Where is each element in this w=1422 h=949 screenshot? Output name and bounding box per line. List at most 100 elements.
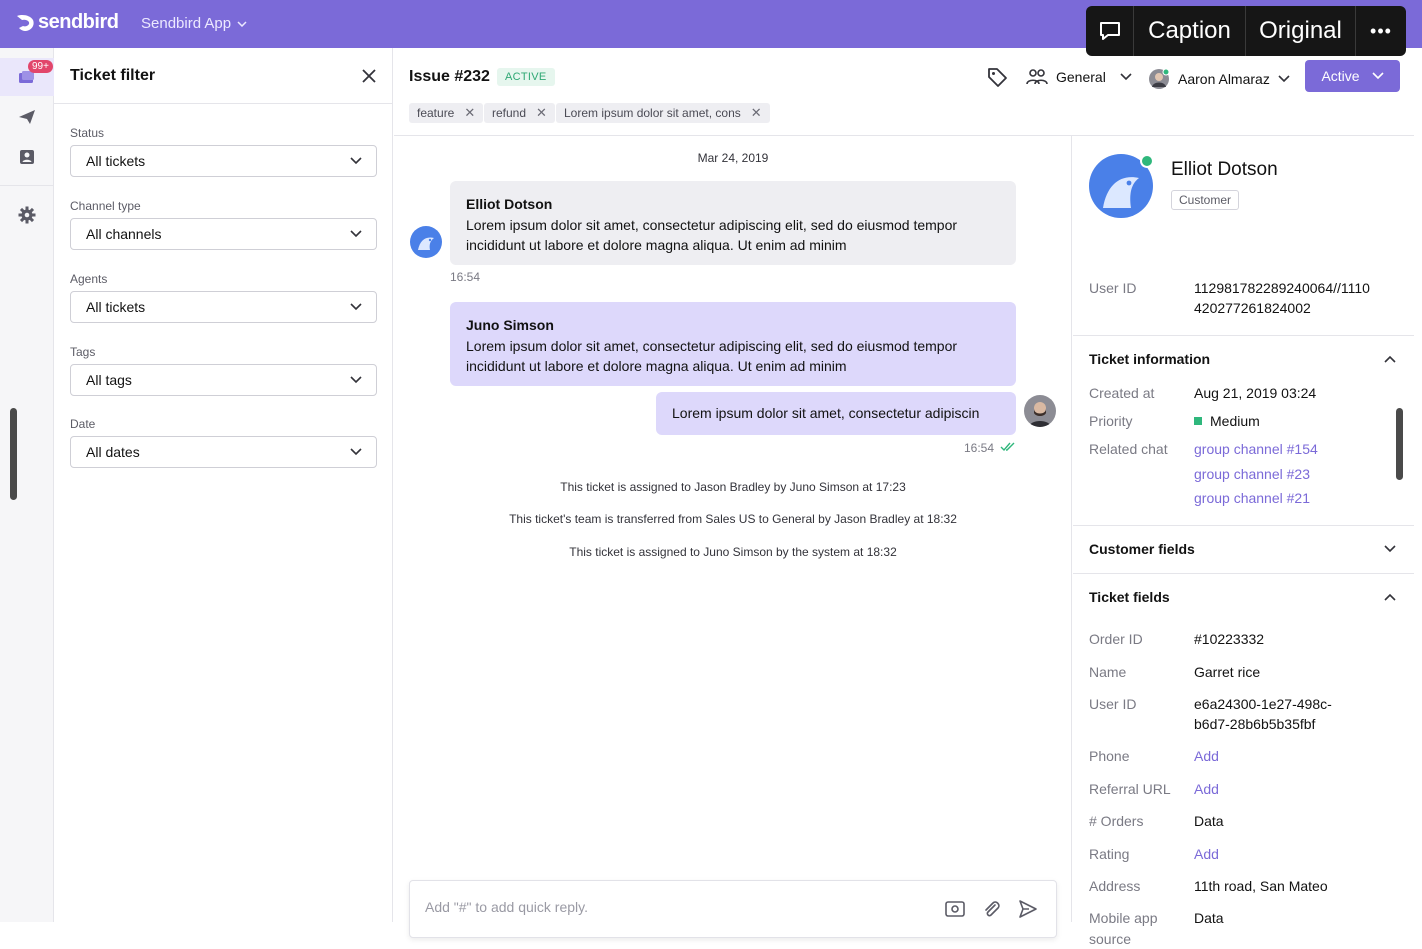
filter-title: Ticket filter — [70, 66, 156, 84]
filter-header: Ticket filter — [54, 48, 392, 104]
remove-tag-icon[interactable]: ✕ — [536, 105, 547, 121]
created-at-label: Created at — [1089, 385, 1155, 401]
issue-title: Issue #232 — [409, 68, 490, 85]
orders-value: Data — [1194, 813, 1224, 829]
priority-label: Priority — [1089, 413, 1133, 429]
ticket-fields-title[interactable]: Ticket fields — [1089, 589, 1170, 605]
ticket-information-title[interactable]: Ticket information — [1089, 351, 1210, 367]
agents-select[interactable]: All tickets — [70, 291, 377, 323]
agent-avatar — [1024, 395, 1056, 427]
date-value: All dates — [86, 444, 140, 460]
message-text: Lorem ipsum dolor sit amet, consectetur … — [466, 338, 958, 374]
chevron-down-icon — [350, 376, 362, 384]
message-text: Lorem ipsum dolor sit amet, consectetur … — [466, 217, 958, 253]
user-id-label: User ID — [1089, 280, 1137, 296]
nav-rail: 99+ — [0, 48, 54, 922]
message-composer — [409, 880, 1057, 938]
ticket-filter-panel: Ticket filter Status All tickets Channel… — [54, 48, 393, 922]
speech-bubble-icon — [1099, 22, 1120, 40]
remove-tag-icon[interactable]: ✕ — [751, 105, 762, 121]
remove-tag-icon[interactable]: ✕ — [464, 105, 475, 121]
quick-reply-icon[interactable] — [944, 899, 966, 919]
rail-settings[interactable] — [0, 196, 54, 234]
caption-label: Caption — [1148, 17, 1231, 44]
customer-role-badge: Customer — [1171, 190, 1240, 210]
status-select[interactable]: All tickets — [70, 145, 377, 177]
close-icon[interactable] — [360, 67, 378, 85]
chevron-up-icon[interactable] — [1384, 355, 1396, 363]
related-chat-link[interactable]: group channel #23 — [1194, 464, 1310, 484]
chevron-down-icon — [1120, 73, 1132, 81]
message-text: Lorem ipsum dolor sit amet, consectetur … — [672, 405, 980, 421]
channel-type-value: All channels — [86, 226, 162, 242]
channel-type-select[interactable]: All channels — [70, 218, 377, 250]
chevron-down-icon — [350, 157, 362, 165]
status-label: Status — [70, 126, 105, 140]
status-badge: ACTIVE — [497, 68, 555, 86]
message-sender: Juno Simson — [466, 317, 554, 333]
message-input[interactable] — [425, 899, 905, 915]
send-icon[interactable] — [1018, 899, 1038, 919]
tag-icon[interactable] — [986, 66, 1008, 88]
left-scrollbar[interactable] — [10, 408, 17, 500]
customer-fields-title[interactable]: Customer fields — [1089, 541, 1195, 557]
field-user-id-label: User ID — [1089, 696, 1137, 712]
more-icon: ••• — [1370, 20, 1392, 41]
settings-icon — [18, 206, 36, 224]
original-label: Original — [1259, 17, 1342, 44]
related-chat-link[interactable]: group channel #21 — [1194, 488, 1310, 508]
rail-campaigns[interactable] — [0, 98, 54, 136]
mobile-app-source-label: source — [1089, 931, 1132, 947]
tag-label: refund — [492, 106, 527, 120]
related-chat-link[interactable]: group channel #154 — [1194, 439, 1318, 459]
rail-tickets[interactable]: 99+ — [0, 58, 54, 96]
app-switcher[interactable]: Sendbird App — [141, 15, 247, 32]
phone-add-link[interactable]: Add — [1194, 746, 1219, 766]
app-name: Sendbird App — [141, 15, 232, 32]
tag-chip: Lorem ipsum dolor sit amet, cons ✕ — [556, 103, 770, 123]
section-divider — [1073, 335, 1414, 336]
priority-dot — [1194, 417, 1202, 425]
chevron-down-icon[interactable] — [1384, 545, 1396, 553]
attachment-icon[interactable] — [981, 899, 1001, 919]
message-bubble: Juno Simson Lorem ipsum dolor sit amet, … — [450, 302, 1016, 386]
priority-text: Medium — [1210, 413, 1260, 429]
sendbird-logo[interactable]: sendbird — [14, 11, 119, 34]
order-id-label: Order ID — [1089, 631, 1143, 647]
user-id-value: 112981782289240064//1110 — [1194, 280, 1370, 296]
bird-avatar-icon — [418, 237, 434, 250]
section-divider — [1073, 573, 1414, 574]
tags-select[interactable]: All tags — [70, 364, 377, 396]
agents-label: Agents — [70, 272, 108, 286]
referral-url-add-link[interactable]: Add — [1194, 779, 1219, 799]
date-select[interactable]: All dates — [70, 436, 377, 468]
rail-contacts[interactable] — [0, 138, 54, 176]
date-label: Date — [70, 417, 96, 431]
tag-label: Lorem ipsum dolor sit amet, cons — [564, 106, 741, 120]
rating-add-link[interactable]: Add — [1194, 844, 1219, 864]
sendbird-logo-icon — [17, 14, 34, 31]
agent-dropdown[interactable]: Aaron Almaraz — [1148, 68, 1290, 90]
customer-avatar — [410, 226, 442, 258]
rail-divider — [0, 185, 54, 186]
system-message: This ticket is assigned to Jason Bradley… — [560, 480, 906, 494]
right-scrollbar[interactable] — [1396, 408, 1403, 480]
chevron-up-icon[interactable] — [1384, 593, 1396, 601]
ticket-state-label: Active — [1321, 68, 1360, 84]
status-value: All tickets — [86, 153, 146, 169]
team-icon — [1026, 69, 1048, 85]
agent-name: Aaron Almaraz — [1178, 71, 1270, 87]
chevron-down-icon — [237, 20, 247, 27]
rating-label: Rating — [1089, 846, 1130, 862]
agent-photo-icon — [1029, 402, 1051, 427]
chat-panel: Mar 24, 2019 Elliot Dotson Lorem ipsum d… — [394, 136, 1072, 938]
team-dropdown[interactable]: General — [1026, 68, 1132, 86]
tags-value: All tags — [86, 372, 132, 388]
ticket-state-button[interactable]: Active — [1305, 60, 1400, 92]
message-time: 16:54 — [450, 270, 481, 284]
chevron-down-icon — [350, 448, 362, 456]
unread-badge: 99+ — [28, 60, 53, 73]
online-status-dot — [1140, 154, 1154, 168]
system-message: This ticket's team is transferred from S… — [509, 512, 957, 526]
team-name: General — [1056, 69, 1106, 85]
